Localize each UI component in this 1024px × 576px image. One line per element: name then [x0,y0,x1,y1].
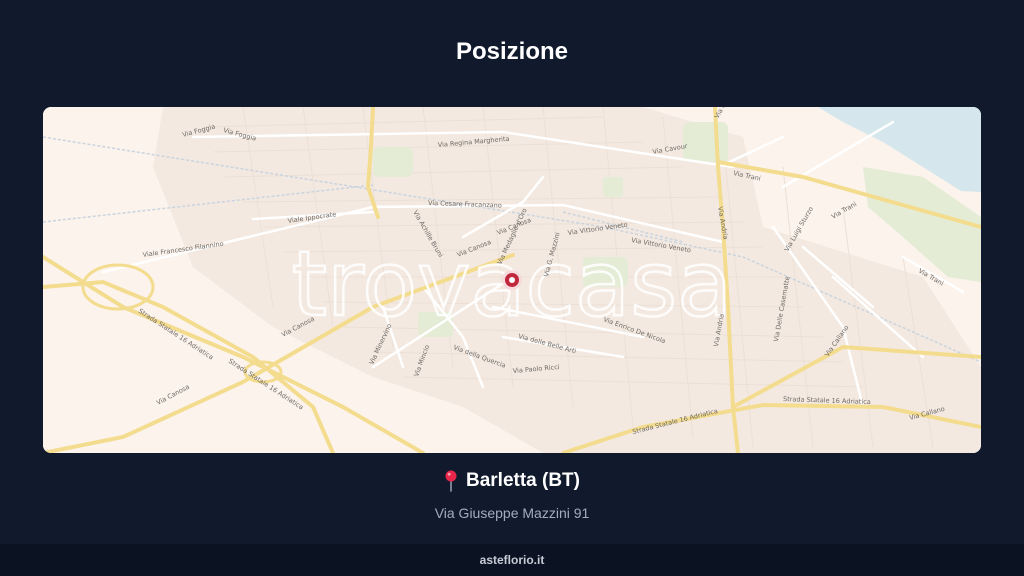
location-info: Barletta (BT) Via Giuseppe Mazzini 91 [0,470,1024,521]
location-map[interactable]: trovacasa Via Foggia Via Foggia Via Regi… [43,107,981,453]
footer-site-name[interactable]: asteflorio.it [480,553,545,567]
round-pushpin-icon [444,470,458,492]
footer: asteflorio.it [0,544,1024,576]
city-line: Barletta (BT) [444,470,580,492]
street-address: Via Giuseppe Mazzini 91 [434,505,590,521]
map-canvas: trovacasa Via Foggia Via Foggia Via Regi… [43,107,981,453]
location-marker-icon[interactable] [502,270,522,290]
city-name: Barletta (BT) [465,470,580,491]
page-title: Posizione [455,38,569,65]
